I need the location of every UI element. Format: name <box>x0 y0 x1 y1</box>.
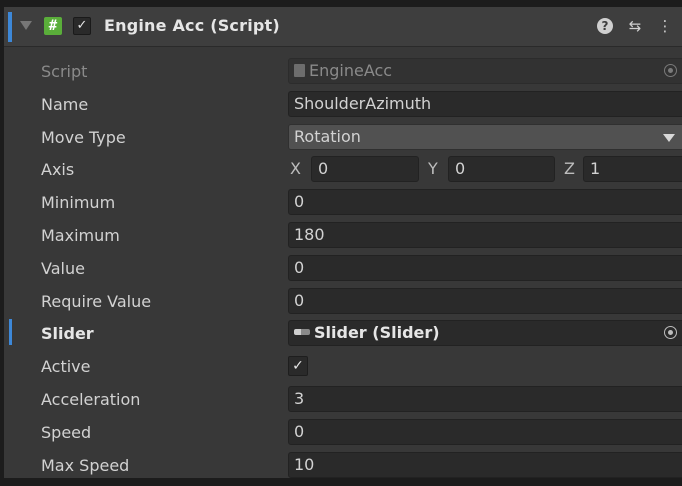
dropdown-arrow-icon <box>663 133 675 142</box>
slider-label: Slider <box>41 324 94 344</box>
row-max-speed: Max Speed 10 <box>4 449 682 478</box>
maximum-label: Maximum <box>41 225 120 245</box>
row-acceleration: Acceleration 3 <box>4 383 682 416</box>
component-header[interactable]: # ✓ Engine Acc (Script) ? ⇆ ⋮ <box>4 7 682 47</box>
axis-label: Axis <box>41 160 75 180</box>
foldout-arrow-icon[interactable] <box>20 21 32 30</box>
axis-y-input[interactable]: 0 <box>448 156 555 183</box>
axis-z-label[interactable]: Z <box>564 156 575 182</box>
acceleration-label: Acceleration <box>41 389 141 409</box>
component-title: Engine Acc (Script) <box>104 16 280 35</box>
axis-y-label[interactable]: Y <box>428 156 438 182</box>
value-input[interactable]: 0 <box>288 254 682 281</box>
script-asset-icon <box>294 64 305 77</box>
property-list: Script EngineAcc Name ShoulderAzimuth Mo… <box>4 55 682 478</box>
require-value-input[interactable]: 0 <box>288 287 682 314</box>
minimum-label: Minimum <box>41 193 116 213</box>
row-slider: Slider Slider (Slider) <box>4 317 682 350</box>
help-button[interactable]: ? <box>594 15 616 37</box>
script-value: EngineAcc <box>309 61 393 80</box>
name-label: Name <box>41 94 89 114</box>
modified-indicator <box>9 319 12 346</box>
slider-component-icon <box>294 329 310 336</box>
inspector-panel: # ✓ Engine Acc (Script) ? ⇆ ⋮ Script Eng… <box>0 0 682 486</box>
row-value: Value 0 <box>4 252 682 285</box>
row-minimum: Minimum 0 <box>4 186 682 219</box>
preset-icon[interactable]: ⇆ <box>624 15 646 37</box>
script-label: Script <box>41 62 88 81</box>
axis-x-input[interactable]: 0 <box>311 156 419 183</box>
object-picker-icon <box>664 64 677 77</box>
axis-vector-field: X 0 Y 0 Z 1 <box>288 156 682 183</box>
axis-x-label[interactable]: X <box>290 156 301 182</box>
acceleration-input[interactable]: 3 <box>288 385 682 412</box>
speed-label: Speed <box>41 422 92 442</box>
move-type-dropdown[interactable]: Rotation <box>288 123 682 150</box>
max-speed-input[interactable]: 10 <box>288 451 682 478</box>
row-script: Script EngineAcc <box>4 55 682 88</box>
slider-value: Slider (Slider) <box>314 323 440 343</box>
row-move-type: Move Type Rotation <box>4 121 682 154</box>
active-checkbox[interactable]: ✓ <box>288 356 308 377</box>
kebab-menu-icon[interactable]: ⋮ <box>654 15 676 37</box>
header-accent-bar <box>8 12 12 42</box>
row-maximum: Maximum 180 <box>4 219 682 252</box>
object-picker-icon[interactable] <box>664 326 677 340</box>
slider-object-field[interactable]: Slider (Slider) <box>288 320 682 347</box>
name-input[interactable]: ShoulderAzimuth <box>288 90 682 117</box>
header-icons: ? ⇆ ⋮ <box>594 15 676 37</box>
row-require-value: Require Value 0 <box>4 285 682 318</box>
move-type-value: Rotation <box>294 126 361 146</box>
component-enabled-checkbox[interactable]: ✓ <box>73 17 91 35</box>
max-speed-label: Max Speed <box>41 455 130 475</box>
maximum-input[interactable]: 180 <box>288 221 682 248</box>
require-value-label: Require Value <box>41 291 152 311</box>
move-type-label: Move Type <box>41 127 126 147</box>
help-icon: ? <box>597 18 613 34</box>
axis-z-input[interactable]: 1 <box>583 156 682 183</box>
value-label: Value <box>41 258 85 278</box>
speed-input[interactable]: 0 <box>288 418 682 445</box>
script-icon: # <box>44 17 62 35</box>
row-active: Active ✓ <box>4 350 682 383</box>
active-label: Active <box>41 357 91 377</box>
row-speed: Speed 0 <box>4 416 682 449</box>
script-field: EngineAcc <box>288 58 682 84</box>
row-name: Name ShoulderAzimuth <box>4 88 682 121</box>
minimum-input[interactable]: 0 <box>288 189 682 216</box>
row-axis: Axis X 0 Y 0 Z 1 <box>4 153 682 186</box>
